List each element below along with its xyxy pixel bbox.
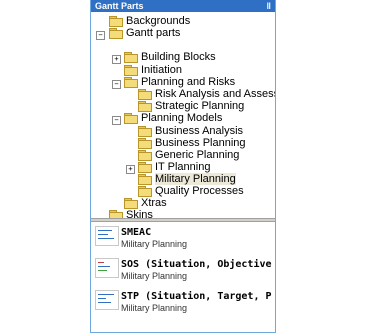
panel-title: Gantt Parts: [95, 1, 144, 11]
tree-item-label: Building Blocks: [141, 51, 216, 64]
expand-icon[interactable]: +: [112, 55, 121, 64]
tree-item-label: Risk Analysis and Assessment: [155, 88, 275, 101]
folder-icon: [138, 101, 152, 113]
template-category: Military Planning: [121, 271, 188, 281]
tree-item-it-planning[interactable]: IT Planning: [138, 161, 211, 174]
template-title: STP (Situation, Target, P: [121, 291, 272, 302]
gantt-parts-panel: Gantt Parts ‖ Backgrounds − Gantt parts …: [90, 0, 276, 333]
tree-item-business-planning[interactable]: Business Planning: [138, 137, 246, 150]
tree-item-backgrounds[interactable]: Backgrounds: [109, 15, 191, 28]
template-category: Military Planning: [121, 239, 188, 249]
tree-item-label: Planning Models: [141, 112, 223, 125]
folder-icon: [138, 138, 152, 150]
template-title: SMEAC: [121, 227, 152, 238]
folder-icon: [138, 174, 152, 186]
tree-item-label: Quality Processes: [155, 185, 244, 198]
collapse-icon[interactable]: −: [112, 116, 121, 125]
splitter-handle[interactable]: [91, 218, 275, 222]
tree-item-label: Strategic Planning: [155, 100, 245, 113]
tree-item-planning-and-risks[interactable]: Planning and Risks: [124, 76, 236, 89]
pin-icon[interactable]: ‖: [267, 0, 271, 12]
tree-item-strategic-planning[interactable]: Strategic Planning: [138, 100, 245, 113]
tree-item-label: Business Analysis: [155, 125, 244, 138]
tree-item-label: IT Planning: [155, 161, 211, 174]
template-item-stp[interactable]: STP (Situation, Target, P Military Plann…: [91, 288, 275, 320]
tree-item-xtras[interactable]: Xtras: [124, 197, 167, 210]
folder-icon: [109, 16, 123, 28]
folder-icon: [124, 65, 138, 77]
tree-item-business-analysis[interactable]: Business Analysis: [138, 125, 244, 138]
category-tree: Backgrounds − Gantt parts + Building Blo…: [91, 12, 275, 222]
folder-open-icon: [124, 77, 138, 89]
folder-icon: [138, 162, 152, 174]
tree-item-building-blocks[interactable]: Building Blocks: [124, 51, 216, 64]
tree-item-planning-models[interactable]: Planning Models: [124, 112, 223, 125]
tree-item-gantt-parts[interactable]: Gantt parts: [109, 27, 181, 40]
folder-icon: [124, 198, 138, 210]
folder-open-icon: [109, 28, 123, 40]
expand-icon[interactable]: +: [126, 165, 135, 174]
tree-item-label: Xtras: [141, 197, 167, 210]
template-category: Military Planning: [121, 303, 188, 313]
template-thumbnail: [95, 290, 119, 310]
collapse-icon[interactable]: −: [112, 80, 121, 89]
folder-open-icon: [124, 113, 138, 125]
tree-item-label: Gantt parts: [126, 27, 181, 40]
template-thumbnail: [95, 226, 119, 246]
template-thumbnail: [95, 258, 119, 278]
tree-item-generic-planning[interactable]: Generic Planning: [138, 149, 240, 162]
tree-item-initiation[interactable]: Initiation: [124, 64, 182, 77]
tree-item-label: Generic Planning: [155, 149, 240, 162]
template-item-sos[interactable]: SOS (Situation, Objective Military Plann…: [91, 256, 275, 288]
folder-icon: [138, 150, 152, 162]
folder-icon: [138, 186, 152, 198]
tree-item-label: Initiation: [141, 64, 182, 77]
tree-item-quality-processes[interactable]: Quality Processes: [138, 185, 244, 198]
tree-item-label: Business Planning: [155, 137, 246, 150]
template-title: SOS (Situation, Objective: [121, 259, 272, 270]
tree-item-label: Planning and Risks: [141, 76, 236, 89]
folder-icon: [138, 89, 152, 101]
folder-icon: [138, 126, 152, 138]
tree-item-label: Backgrounds: [126, 15, 191, 28]
tree-item-military-planning[interactable]: Military Planning: [138, 173, 236, 186]
collapse-icon[interactable]: −: [96, 31, 105, 40]
tree-item-label: Military Planning: [155, 173, 236, 186]
template-list: SMEAC Military Planning SOS (Situation, …: [91, 224, 275, 320]
template-item-smeac[interactable]: SMEAC Military Planning: [91, 224, 275, 256]
panel-titlebar: Gantt Parts ‖: [91, 0, 275, 12]
folder-icon: [124, 52, 138, 64]
tree-item-risk-analysis[interactable]: Risk Analysis and Assessment: [138, 88, 275, 101]
